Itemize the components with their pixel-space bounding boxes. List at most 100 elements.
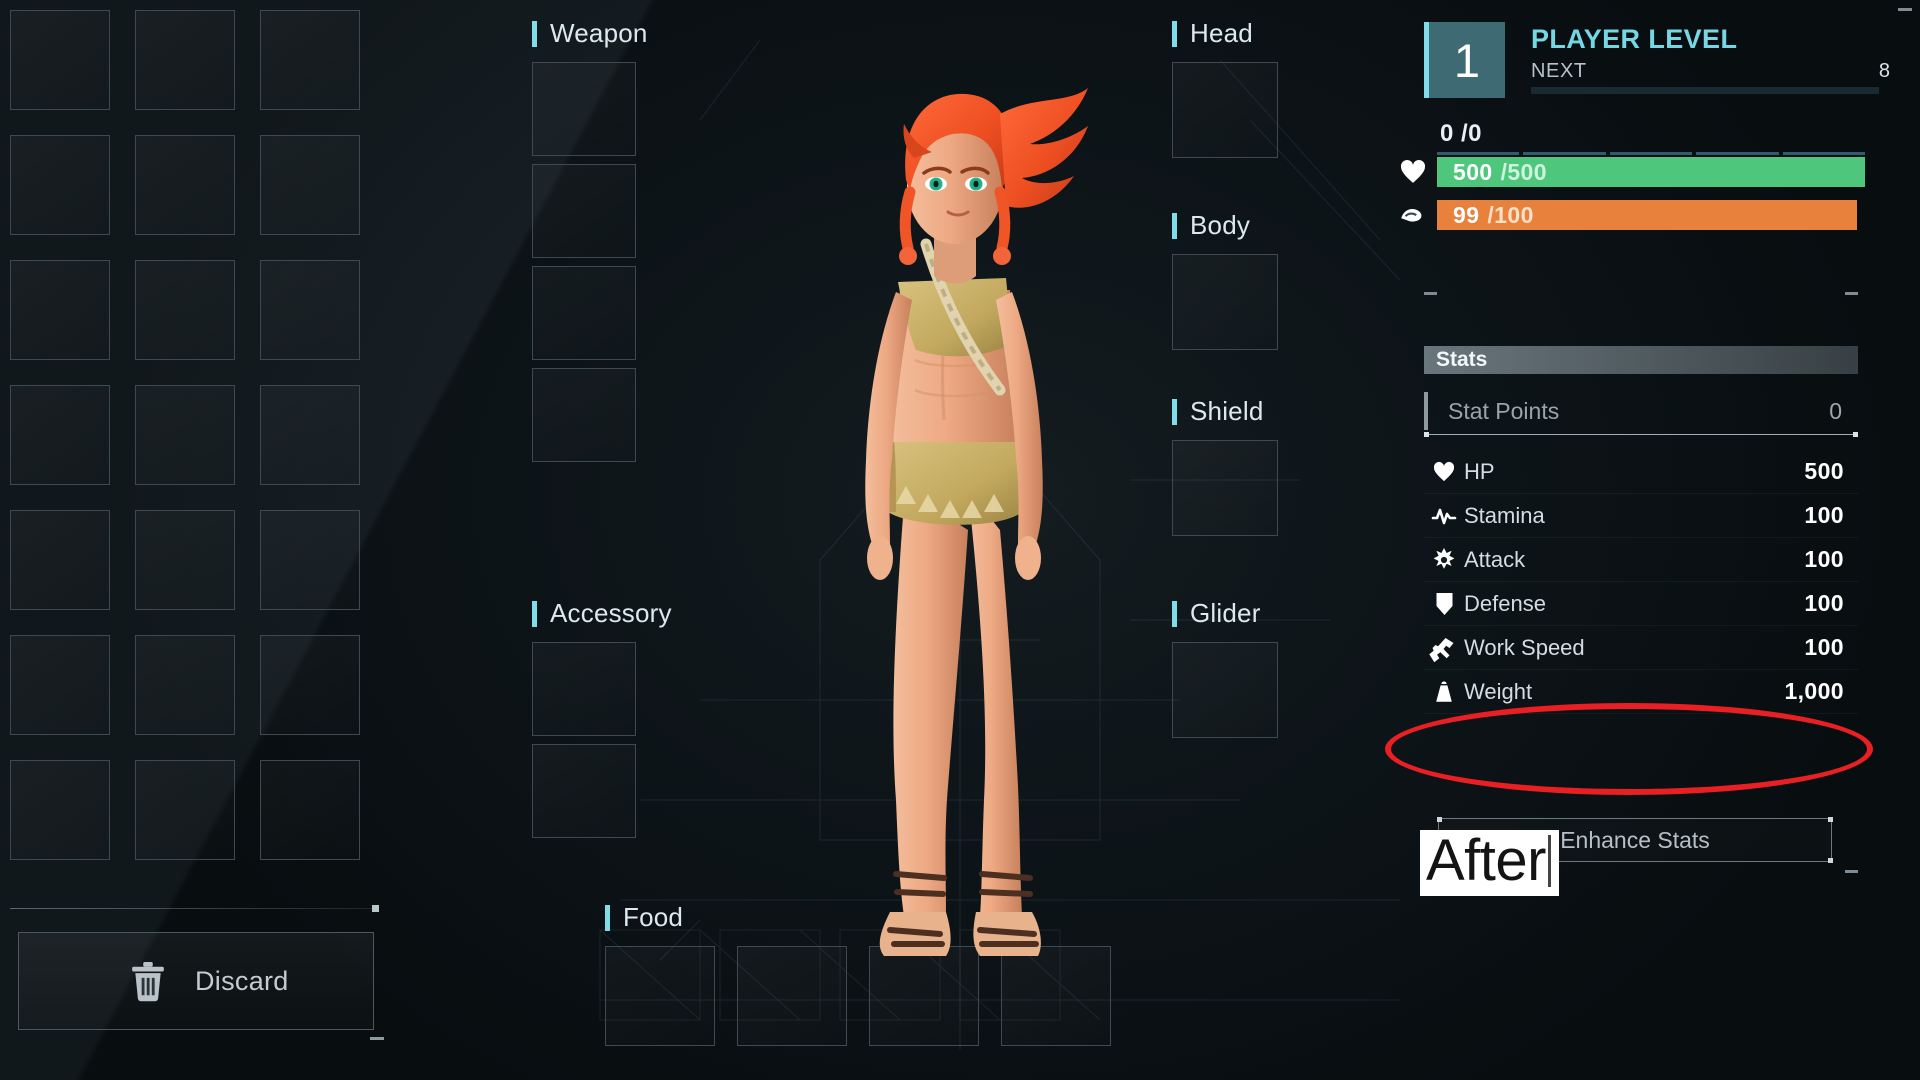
stamina-max: /100 (1487, 201, 1534, 228)
player-level-info: PLAYER LEVEL NEXT 8 (1505, 22, 1910, 98)
stats-header-label: Stats (1436, 348, 1488, 371)
stat-rows-list: HP 500 Stamina 100 Attack 100 Defense 10… (1424, 450, 1858, 714)
discard-button[interactable]: Discard (18, 932, 374, 1030)
weapon-label: Weapon (550, 18, 648, 48)
discard-divider (10, 905, 379, 912)
inventory-slot[interactable] (135, 635, 235, 735)
stat-points-value: 0 (1829, 397, 1842, 424)
panel-tick (1845, 292, 1858, 295)
inventory-grid (10, 10, 360, 860)
shield-icon (1424, 592, 1464, 616)
next-level-label: NEXT (1531, 60, 1587, 82)
inventory-slot[interactable] (260, 260, 360, 360)
head-title: Head (1172, 18, 1278, 49)
stamina-bar: 99 /100 (1437, 200, 1857, 230)
inventory-slot[interactable] (135, 135, 235, 235)
food-slot[interactable] (605, 946, 715, 1046)
panel-corner-mark (1898, 8, 1912, 11)
after-text-annotation[interactable]: After (1420, 830, 1559, 896)
pulse-icon (1424, 505, 1464, 527)
next-level-value: 8 (1878, 60, 1890, 82)
panel-tick (1845, 870, 1858, 873)
stat-name: Weight (1464, 678, 1533, 704)
player-level-badge: 1 (1429, 22, 1505, 98)
heart-icon (1400, 159, 1426, 184)
stamina-current: 99 (1453, 201, 1480, 228)
equipment-group-weapon: Weapon (532, 18, 648, 462)
stat-name: Stamina (1464, 502, 1545, 528)
health-bar: 500 /500 (1437, 157, 1865, 187)
weapon-slot[interactable] (532, 266, 636, 360)
weight-icon (1424, 680, 1464, 704)
stat-name: Attack (1464, 546, 1526, 572)
inventory-slot[interactable] (10, 760, 110, 860)
weapon-slot[interactable] (532, 368, 636, 462)
inventory-slot[interactable] (260, 510, 360, 610)
weapon-slot[interactable] (532, 164, 636, 258)
stat-name: Defense (1464, 590, 1546, 616)
inventory-slot[interactable] (135, 260, 235, 360)
stat-name: Work Speed (1464, 634, 1585, 660)
weapon-slots (532, 62, 648, 462)
weapon-slot[interactable] (532, 62, 636, 156)
inventory-slot[interactable] (10, 635, 110, 735)
accent-bar-icon (532, 600, 537, 627)
inventory-slot[interactable] (260, 135, 360, 235)
inventory-slot[interactable] (10, 510, 110, 610)
inventory-slot[interactable] (10, 135, 110, 235)
stats-section-header: Stats (1424, 346, 1858, 374)
inventory-slot[interactable] (260, 385, 360, 485)
inventory-slot[interactable] (10, 10, 110, 110)
inventory-slot[interactable] (260, 10, 360, 110)
panel-tick (1424, 292, 1437, 295)
accessory-slot[interactable] (532, 642, 636, 736)
table-row[interactable]: Stamina 100 (1424, 494, 1858, 538)
stat-value: 500 (1804, 458, 1844, 484)
discard-label: Discard (195, 965, 289, 996)
xp-value: 0 /0 (1440, 120, 1483, 147)
after-text: After (1426, 828, 1547, 893)
stat-points-divider (1424, 432, 1858, 437)
table-row[interactable]: Attack 100 (1424, 538, 1858, 582)
stat-value: 100 (1804, 546, 1844, 572)
table-row[interactable]: HP 500 (1424, 450, 1858, 494)
accent-bar-icon (532, 20, 537, 47)
inventory-slot[interactable] (260, 635, 360, 735)
inventory-slot[interactable] (135, 10, 235, 110)
inventory-slot[interactable] (260, 760, 360, 860)
equipment-group-accessory: Accessory (532, 598, 672, 838)
next-level-progress-bar (1531, 87, 1879, 94)
stat-value: 100 (1804, 502, 1844, 528)
stamina-icon (1398, 203, 1426, 225)
inventory-slot[interactable] (135, 385, 235, 485)
table-row[interactable]: Work Speed 100 (1424, 626, 1858, 670)
head-label: Head (1190, 18, 1253, 48)
next-level-row: NEXT 8 (1531, 60, 1910, 83)
accessory-label: Accessory (550, 598, 672, 628)
inventory-slot[interactable] (135, 760, 235, 860)
burst-icon (1424, 547, 1464, 572)
accent-bar-icon (1172, 20, 1177, 47)
hammer-icon (1424, 636, 1464, 662)
inventory-slot[interactable] (10, 260, 110, 360)
player-level-title: PLAYER LEVEL (1531, 24, 1738, 54)
discard-corner-mark (370, 1037, 384, 1040)
player-level-block: 1 PLAYER LEVEL NEXT 8 (1424, 22, 1910, 98)
character-inventory-screen: Discard Weapon Accessory Food Head Body … (0, 0, 1920, 1080)
inventory-slot[interactable] (10, 385, 110, 485)
table-row[interactable]: Defense 100 (1424, 582, 1858, 626)
weapon-title: Weapon (532, 18, 648, 49)
trash-icon (129, 960, 167, 1002)
stat-value: 100 (1804, 634, 1844, 660)
health-max: /500 (1500, 158, 1547, 185)
character-model-preview[interactable] (700, 60, 1220, 1070)
inventory-slot[interactable] (135, 510, 235, 610)
xp-segment-bar (1437, 152, 1866, 155)
table-row[interactable]: Weight 1,000 (1424, 670, 1858, 714)
accent-bar-icon (1424, 392, 1428, 430)
stat-value: 1,000 (1784, 678, 1844, 704)
accessory-slots (532, 642, 672, 838)
accessory-slot[interactable] (532, 744, 636, 838)
stat-value: 100 (1804, 590, 1844, 616)
enhance-stats-label: Enhance Stats (1560, 826, 1710, 853)
